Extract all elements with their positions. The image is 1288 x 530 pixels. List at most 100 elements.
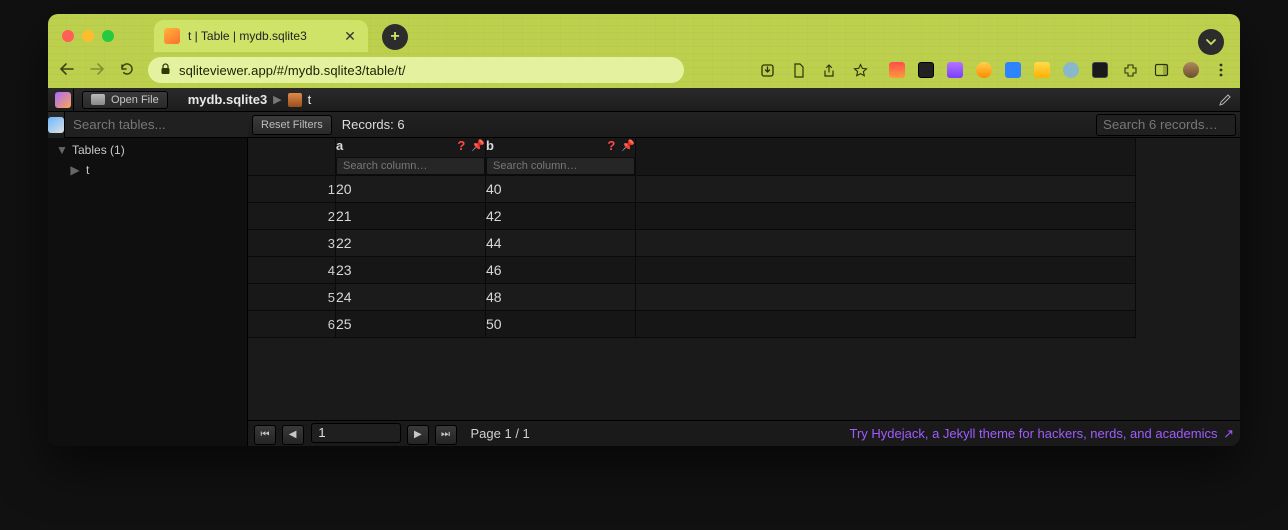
tab-close-button[interactable]: ✕ [342,28,358,44]
extension-5-icon[interactable] [1005,62,1021,78]
install-app-icon[interactable] [758,61,776,79]
table-row[interactable]: 32244 [248,230,1136,257]
cell[interactable]: 25 [336,311,486,338]
column-pin-icon[interactable]: 📌 [621,139,635,152]
favicon-icon [164,28,180,44]
filler-cell [636,230,1136,257]
share-icon[interactable] [820,61,838,79]
browser-chrome: t | Table | mydb.sqlite3 ✕ + [48,14,1240,88]
filler-cell [636,257,1136,284]
chrome-menu-icon[interactable] [1212,61,1230,79]
pager-page-input[interactable] [311,423,401,443]
column-search-input-a[interactable] [336,157,485,175]
breadcrumb-table[interactable]: t [308,92,312,107]
open-file-label: Open File [111,94,159,106]
database-icon [48,117,64,133]
extensions-puzzle-icon[interactable] [1121,61,1139,79]
breadcrumb[interactable]: mydb.sqlite3 ▶ t [188,92,312,107]
nav-forward-button[interactable] [88,62,106,79]
table-row[interactable]: 22142 [248,203,1136,230]
pager-first-button[interactable]: ⏮ [254,425,276,445]
table-row[interactable]: 62550 [248,311,1136,338]
cell[interactable]: 46 [486,257,636,284]
column-type-unknown-icon[interactable]: ? [607,138,615,153]
bookmarks-side-icon[interactable] [1152,61,1170,79]
table-row[interactable]: 42346 [248,257,1136,284]
extension-7-icon[interactable] [1063,62,1079,78]
promo-link[interactable]: Try Hydejack, a Jekyll theme for hackers… [849,426,1234,441]
chevron-right-icon: ▶ [273,93,281,106]
tree-group-label: Tables (1) [72,143,125,157]
search-records-input[interactable] [1096,114,1236,136]
pager-last-button[interactable]: ⏭ [435,425,457,445]
page-icon[interactable] [789,61,807,79]
extension-1-icon[interactable] [889,62,905,78]
search-tables-input[interactable] [65,112,258,138]
row-number: 6 [248,311,336,338]
extension-6-icon[interactable] [1034,62,1050,78]
tab-title: t | Table | mydb.sqlite3 [188,29,307,43]
row-number: 5 [248,284,336,311]
tree-group-tables[interactable]: ▼ Tables (1) [48,140,247,160]
nav-back-button[interactable] [58,62,76,79]
caret-right-icon: ▶ [70,163,80,177]
cell[interactable]: 44 [486,230,636,257]
extension-8-icon[interactable] [1092,62,1108,78]
profile-avatar-icon[interactable] [1183,62,1199,78]
promo-link-container: Try Hydejack, a Jekyll theme for hackers… [849,426,1234,442]
address-bar[interactable]: sqliteviewer.app/#/mydb.sqlite3/table/t/ [148,57,684,83]
open-file-button[interactable]: Open File [82,91,168,109]
extension-3-icon[interactable] [947,62,963,78]
column-header-b[interactable]: b ? 📌 [486,138,636,176]
page-info: Page 1 / 1 [471,426,530,441]
row-number: 4 [248,257,336,284]
external-link-icon: ↗ [1219,426,1234,441]
cell[interactable]: 23 [336,257,486,284]
folder-icon [91,94,105,105]
cell[interactable]: 50 [486,311,636,338]
row-number: 2 [248,203,336,230]
pager-next-button[interactable]: ▶ [407,425,429,445]
window-controls[interactable] [62,30,114,42]
star-icon[interactable] [851,61,869,79]
window-maximize-button[interactable] [102,30,114,42]
window-minimize-button[interactable] [82,30,94,42]
cell[interactable]: 21 [336,203,486,230]
cell[interactable]: 20 [336,176,486,203]
caret-down-icon: ▼ [56,143,66,157]
filler-cell [636,203,1136,230]
pager-prev-button[interactable]: ◀ [282,425,304,445]
row-number: 1 [248,176,336,203]
column-pin-icon[interactable]: 📌 [471,139,485,152]
sidebar-tool-button[interactable] [48,112,65,138]
records-label: Records: 6 [342,117,405,132]
cell[interactable]: 22 [336,230,486,257]
table-row[interactable]: 12040 [248,176,1136,203]
column-name: b [486,138,494,153]
pager: ⏮ ◀ ▶ ⏭ [254,423,459,445]
column-search-input-b[interactable] [486,157,635,175]
url-text: sqliteviewer.app/#/mydb.sqlite3/table/t/ [179,63,406,78]
table-icon [288,93,302,107]
cell[interactable]: 42 [486,203,636,230]
extension-2-icon[interactable] [918,62,934,78]
cell[interactable]: 24 [336,284,486,311]
cell[interactable]: 40 [486,176,636,203]
cell[interactable]: 48 [486,284,636,311]
column-header-a[interactable]: a ? 📌 [336,138,486,176]
extension-icons [889,61,1230,79]
new-tab-button[interactable]: + [382,24,408,50]
reset-filters-button[interactable]: Reset Filters [252,115,332,135]
column-type-unknown-icon[interactable]: ? [457,138,465,153]
table-row[interactable]: 52448 [248,284,1136,311]
tab-overflow-button[interactable] [1198,29,1224,55]
window-close-button[interactable] [62,30,74,42]
tree-item-table[interactable]: ▶ t [48,160,247,180]
breadcrumb-db[interactable]: mydb.sqlite3 [188,92,267,107]
edit-button[interactable] [1214,90,1236,110]
filler-cell [636,284,1136,311]
extension-4-icon[interactable] [976,62,992,78]
nav-reload-button[interactable] [118,61,136,80]
browser-tab[interactable]: t | Table | mydb.sqlite3 ✕ [154,20,368,52]
column-name: a [336,138,343,153]
